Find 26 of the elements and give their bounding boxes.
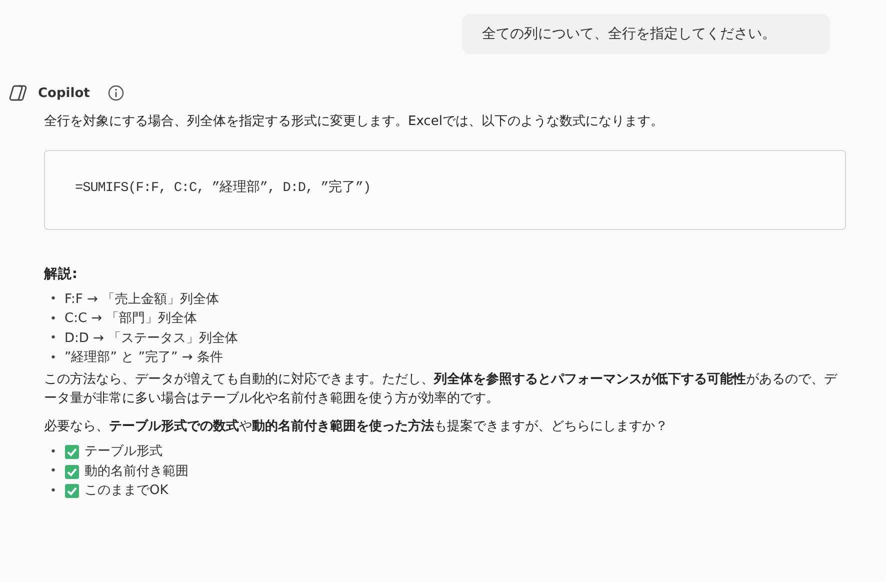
- user-message: 全ての列について、全行を指定してください。: [462, 14, 830, 54]
- info-icon[interactable]: [108, 85, 124, 101]
- check-icon: [64, 445, 78, 459]
- bullet: •: [50, 330, 56, 346]
- check-icon: [64, 484, 78, 498]
- bullet: •: [50, 463, 56, 480]
- assistant-name: Copilot: [38, 86, 90, 100]
- explanation-item: F:F → 「売上金額」列全体: [64, 290, 219, 309]
- option-text: このままでOK: [84, 482, 168, 500]
- bullet: •: [50, 291, 56, 308]
- explanation-item: D:D → 「ステータス」列全体: [64, 330, 238, 348]
- code-block: =SUMIFS(F:F, C:C, ”経理部”, D:D, ”完了”): [44, 150, 846, 230]
- option-text: テーブル形式: [84, 443, 162, 462]
- explanation-heading: 解説:: [44, 264, 78, 284]
- check-icon: [64, 464, 78, 478]
- paragraph: 必要なら、テーブル形式での数式や動的名前付き範囲を使った方法も提案できますが、どちらにしますか？: [44, 418, 669, 436]
- intro-text: 全行を対象にする場合、列全体を指定する形式に変更します。Excelでは、以下のような数式になります。: [44, 113, 664, 131]
- bullet: •: [50, 444, 56, 460]
- paragraph: この方法なら、データが増えても自動的に対応できます。ただし、列全体を参照するとパフォーマンスが低下する可能性があるので、データ量が非常に多い場合はテーブル化や名前付き範囲を使う方が効率的です。: [44, 370, 838, 408]
- bullet: •: [50, 350, 56, 366]
- explanation-item: ”経理部” と ”完了” → 条件: [64, 349, 223, 368]
- bullet: •: [50, 482, 56, 499]
- copilot-logo-icon: [8, 84, 28, 102]
- explanation-item: C:C → 「部門」列全体: [64, 310, 198, 328]
- bullet: •: [50, 310, 56, 327]
- option-text: 動的名前付き範囲: [84, 462, 188, 481]
